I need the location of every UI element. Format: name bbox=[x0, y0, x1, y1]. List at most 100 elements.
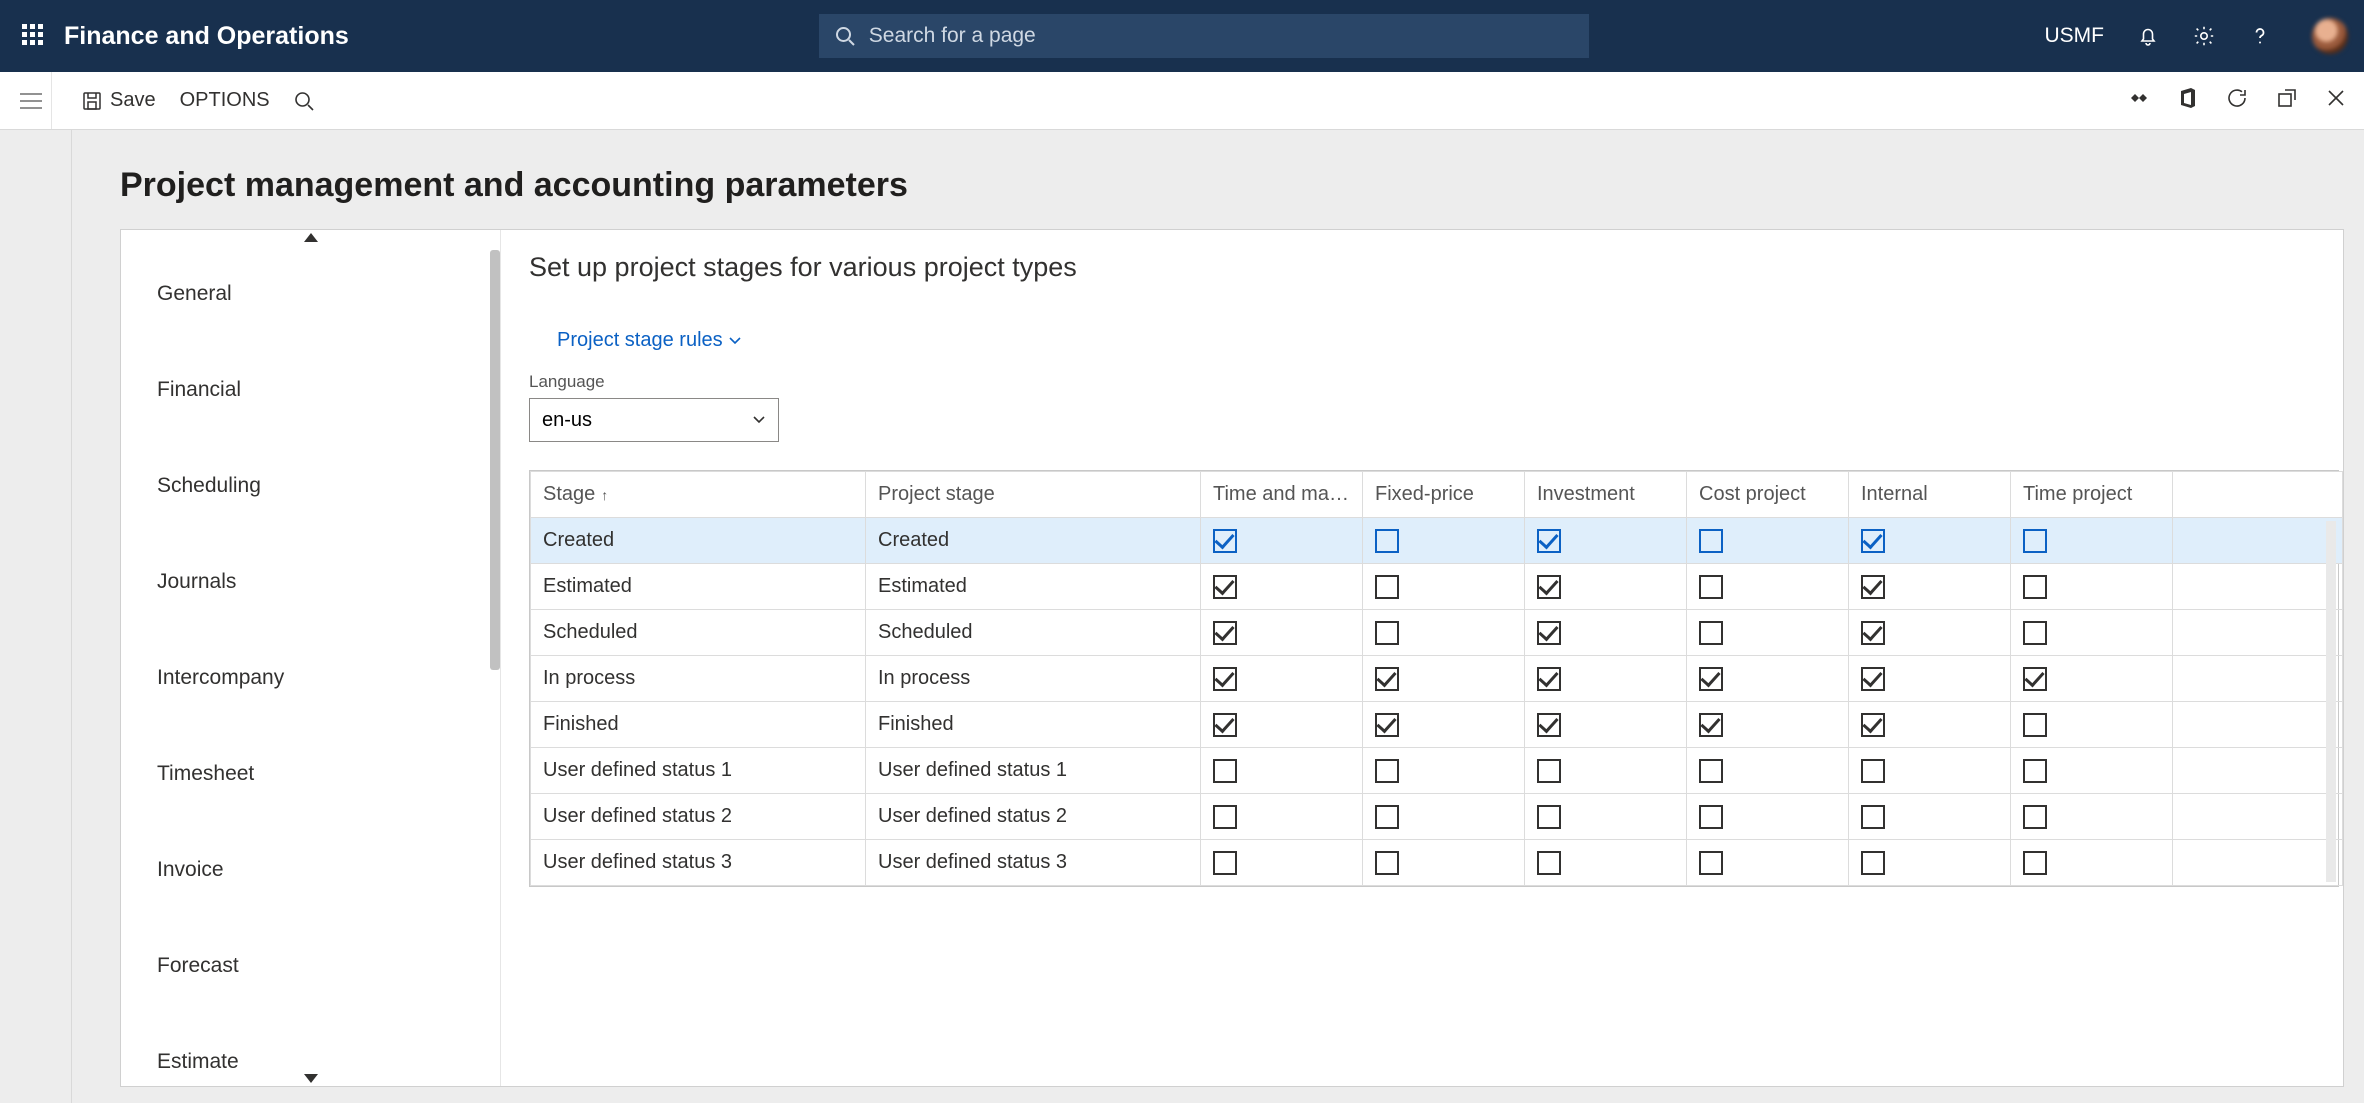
company-label[interactable]: USMF bbox=[2045, 24, 2105, 48]
checkbox[interactable] bbox=[2023, 805, 2047, 829]
checkbox[interactable] bbox=[2023, 575, 2047, 599]
checkbox[interactable] bbox=[1213, 713, 1237, 737]
checkbox[interactable] bbox=[1699, 713, 1723, 737]
checkbox[interactable] bbox=[1375, 621, 1399, 645]
checkbox[interactable] bbox=[2023, 529, 2047, 553]
table-row[interactable]: CreatedCreated bbox=[531, 518, 2343, 564]
table-row[interactable]: User defined status 3User defined status… bbox=[531, 840, 2343, 886]
cell-stage[interactable]: User defined status 2 bbox=[531, 794, 866, 840]
checkbox[interactable] bbox=[1861, 851, 1885, 875]
close-icon[interactable] bbox=[2326, 88, 2346, 114]
sidenav-item[interactable]: Invoice bbox=[121, 822, 500, 918]
checkbox[interactable] bbox=[2023, 759, 2047, 783]
options-button[interactable]: OPTIONS bbox=[168, 72, 282, 129]
user-avatar[interactable] bbox=[2312, 18, 2348, 54]
checkbox[interactable] bbox=[1861, 621, 1885, 645]
checkbox[interactable] bbox=[1537, 713, 1561, 737]
office-icon[interactable] bbox=[2178, 87, 2198, 115]
table-row[interactable]: ScheduledScheduled bbox=[531, 610, 2343, 656]
checkbox[interactable] bbox=[2023, 851, 2047, 875]
checkbox[interactable] bbox=[2023, 713, 2047, 737]
sidenav-item[interactable]: Scheduling bbox=[121, 438, 500, 534]
refresh-icon[interactable] bbox=[2226, 87, 2248, 115]
grid-scrollbar[interactable] bbox=[2326, 521, 2336, 882]
cell-stage[interactable]: Created bbox=[531, 518, 866, 564]
sidenav-item[interactable]: Timesheet bbox=[121, 726, 500, 822]
sidenav-scrollbar[interactable] bbox=[490, 250, 500, 670]
checkbox[interactable] bbox=[1213, 621, 1237, 645]
checkbox[interactable] bbox=[1375, 713, 1399, 737]
help-icon[interactable] bbox=[2248, 24, 2272, 48]
cell-stage[interactable]: User defined status 1 bbox=[531, 748, 866, 794]
global-search[interactable] bbox=[819, 14, 1589, 58]
checkbox[interactable] bbox=[1699, 851, 1723, 875]
column-header[interactable]: Internal bbox=[1849, 472, 2011, 518]
checkbox[interactable] bbox=[1861, 805, 1885, 829]
table-row[interactable]: User defined status 2User defined status… bbox=[531, 794, 2343, 840]
checkbox[interactable] bbox=[1861, 575, 1885, 599]
save-button[interactable]: Save bbox=[70, 72, 168, 129]
checkbox[interactable] bbox=[1537, 667, 1561, 691]
checkbox[interactable] bbox=[1375, 759, 1399, 783]
checkbox[interactable] bbox=[1213, 575, 1237, 599]
action-search-button[interactable] bbox=[282, 72, 326, 129]
sidenav-item[interactable]: Intercompany bbox=[121, 630, 500, 726]
checkbox[interactable] bbox=[1213, 805, 1237, 829]
checkbox[interactable] bbox=[1537, 621, 1561, 645]
notifications-icon[interactable] bbox=[2136, 24, 2160, 48]
checkbox[interactable] bbox=[1213, 759, 1237, 783]
checkbox[interactable] bbox=[1699, 805, 1723, 829]
cell-project-stage[interactable]: User defined status 2 bbox=[866, 794, 1201, 840]
checkbox[interactable] bbox=[2023, 621, 2047, 645]
checkbox[interactable] bbox=[1861, 759, 1885, 783]
cell-project-stage[interactable]: User defined status 1 bbox=[866, 748, 1201, 794]
cell-project-stage[interactable]: In process bbox=[866, 656, 1201, 702]
checkbox[interactable] bbox=[1537, 805, 1561, 829]
checkbox[interactable] bbox=[1375, 529, 1399, 553]
nav-toggle-icon[interactable] bbox=[10, 72, 52, 129]
table-row[interactable]: User defined status 1User defined status… bbox=[531, 748, 2343, 794]
project-stage-rules-link[interactable]: Project stage rules bbox=[557, 329, 741, 352]
sidenav-item[interactable]: General bbox=[121, 246, 500, 342]
checkbox[interactable] bbox=[1375, 805, 1399, 829]
checkbox[interactable] bbox=[1699, 759, 1723, 783]
settings-icon[interactable] bbox=[2192, 24, 2216, 48]
checkbox[interactable] bbox=[2023, 667, 2047, 691]
checkbox[interactable] bbox=[1375, 575, 1399, 599]
checkbox[interactable] bbox=[1213, 851, 1237, 875]
app-launcher-icon[interactable] bbox=[22, 24, 46, 48]
search-input[interactable] bbox=[869, 24, 1573, 48]
checkbox[interactable] bbox=[1537, 851, 1561, 875]
column-header[interactable]: Fixed-price bbox=[1363, 472, 1525, 518]
sidenav-scroll-up-icon[interactable] bbox=[121, 230, 500, 246]
checkbox[interactable] bbox=[1861, 529, 1885, 553]
checkbox[interactable] bbox=[1213, 667, 1237, 691]
table-row[interactable]: In processIn process bbox=[531, 656, 2343, 702]
checkbox[interactable] bbox=[1537, 575, 1561, 599]
sidenav-item[interactable]: Forecast bbox=[121, 918, 500, 1014]
cell-project-stage[interactable]: User defined status 3 bbox=[866, 840, 1201, 886]
sidenav-scroll-down-icon[interactable] bbox=[121, 1070, 500, 1086]
cell-stage[interactable]: Scheduled bbox=[531, 610, 866, 656]
column-header[interactable]: Stage↑ bbox=[531, 472, 866, 518]
attachments-icon[interactable] bbox=[2128, 87, 2150, 115]
table-row[interactable]: FinishedFinished bbox=[531, 702, 2343, 748]
column-header[interactable]: Cost project bbox=[1687, 472, 1849, 518]
sidenav-item[interactable]: Financial bbox=[121, 342, 500, 438]
cell-stage[interactable]: Estimated bbox=[531, 564, 866, 610]
checkbox[interactable] bbox=[1537, 529, 1561, 553]
checkbox[interactable] bbox=[1699, 529, 1723, 553]
column-header[interactable]: Time and materi... bbox=[1201, 472, 1363, 518]
column-header[interactable]: Investment bbox=[1525, 472, 1687, 518]
checkbox[interactable] bbox=[1861, 667, 1885, 691]
checkbox[interactable] bbox=[1537, 759, 1561, 783]
cell-stage[interactable]: Finished bbox=[531, 702, 866, 748]
table-row[interactable]: EstimatedEstimated bbox=[531, 564, 2343, 610]
sidenav-item[interactable]: Journals bbox=[121, 534, 500, 630]
column-header[interactable]: Time project bbox=[2011, 472, 2173, 518]
checkbox[interactable] bbox=[1699, 621, 1723, 645]
checkbox[interactable] bbox=[1699, 575, 1723, 599]
checkbox[interactable] bbox=[1375, 667, 1399, 691]
cell-project-stage[interactable]: Finished bbox=[866, 702, 1201, 748]
checkbox[interactable] bbox=[1375, 851, 1399, 875]
